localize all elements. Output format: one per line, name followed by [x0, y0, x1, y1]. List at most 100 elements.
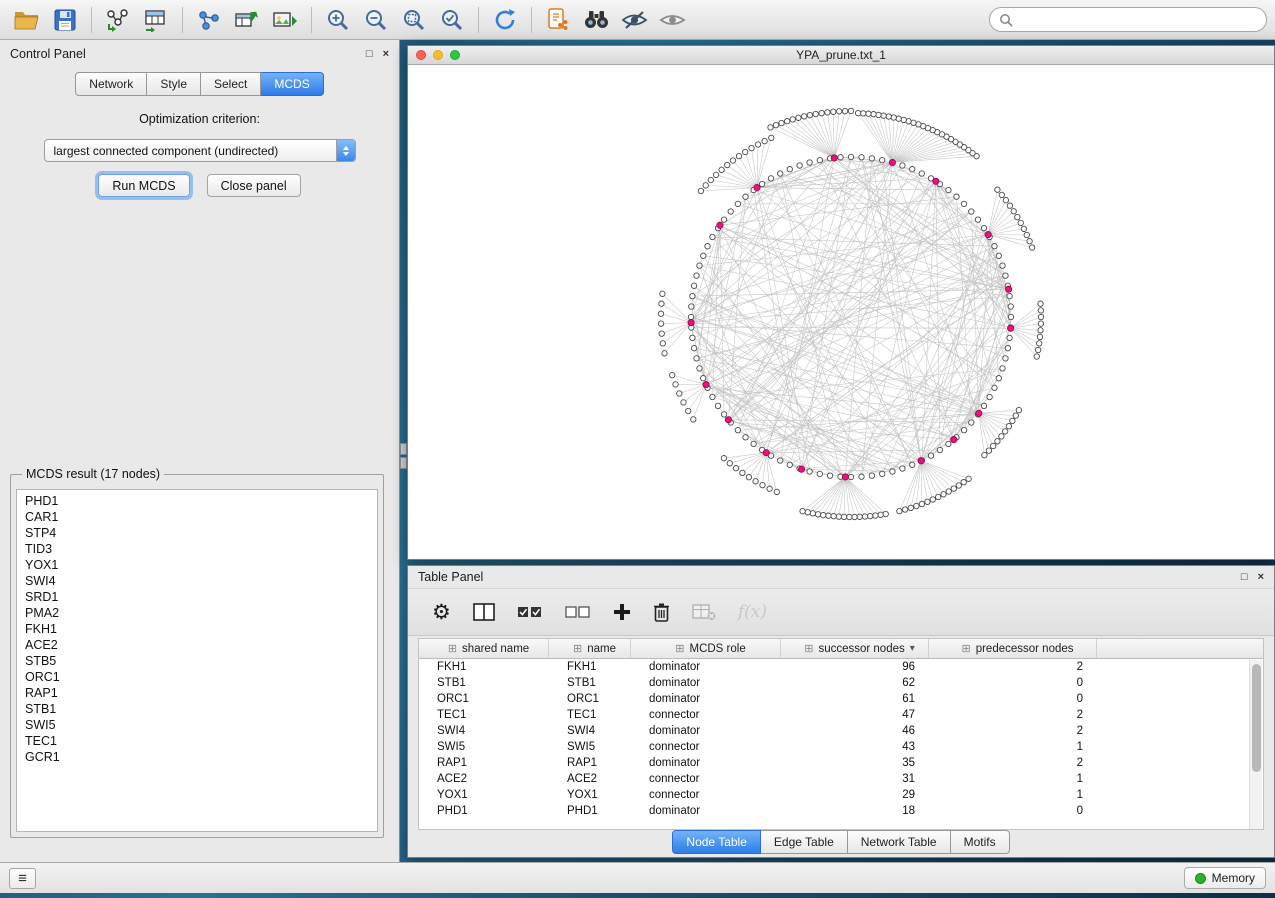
new-network-button[interactable]: [190, 4, 228, 36]
column-header-MCDS-role[interactable]: ⊞MCDS role: [631, 639, 781, 658]
list-item[interactable]: CAR1: [17, 509, 377, 525]
tab-network[interactable]: Network: [75, 72, 147, 96]
binoculars-icon: [583, 10, 610, 29]
global-search[interactable]: [989, 7, 1267, 32]
table-row[interactable]: SWI4SWI4dominator462: [419, 723, 1263, 739]
import-table-button[interactable]: [137, 4, 175, 36]
tab-motifs[interactable]: Motifs: [951, 830, 1010, 854]
network-canvas[interactable]: [408, 65, 1274, 559]
network-window-titlebar[interactable]: YPA_prune.txt_1: [408, 46, 1274, 65]
delete-column-icon[interactable]: [653, 602, 670, 622]
table-row[interactable]: STB1STB1dominator620: [419, 675, 1263, 691]
list-item[interactable]: SWI4: [17, 573, 377, 589]
close-panel-icon[interactable]: ×: [383, 49, 389, 60]
deselect-all-columns-icon[interactable]: [565, 604, 591, 620]
zoom-selected-button[interactable]: [433, 4, 471, 36]
list-item[interactable]: STB1: [17, 701, 377, 717]
table-cell: ORC1: [549, 693, 631, 705]
list-item[interactable]: SRD1: [17, 589, 377, 605]
tab-network-table[interactable]: Network Table: [848, 830, 951, 854]
table-row[interactable]: ORC1ORC1dominator610: [419, 691, 1263, 707]
close-panel-icon[interactable]: ×: [1258, 572, 1264, 583]
float-panel-icon[interactable]: □: [1241, 572, 1248, 583]
table-row[interactable]: FKH1FKH1dominator962: [419, 659, 1263, 675]
node-table: ⊞shared name⊞name⊞MCDS role⊞successor no…: [418, 638, 1264, 830]
table-row[interactable]: TEC1TEC1connector472: [419, 707, 1263, 723]
table-cell: connector: [631, 709, 781, 721]
show-columns-icon[interactable]: [473, 603, 495, 621]
export-image-button[interactable]: [266, 4, 304, 36]
table-row[interactable]: YOX1YOX1connector291: [419, 787, 1263, 803]
float-panel-icon[interactable]: □: [366, 49, 373, 60]
list-item[interactable]: ORC1: [17, 669, 377, 685]
run-mcds-button[interactable]: Run MCDS: [98, 174, 189, 197]
table-vertical-scrollbar[interactable]: [1249, 660, 1262, 829]
list-item[interactable]: ACE2: [17, 637, 377, 653]
list-item[interactable]: RAP1: [17, 685, 377, 701]
scrollbar-thumb[interactable]: [1252, 664, 1261, 772]
table-cell: 1: [929, 789, 1097, 801]
table-cell: 2: [929, 725, 1097, 737]
network-window: YPA_prune.txt_1: [407, 45, 1275, 560]
open-session-button[interactable]: [8, 4, 46, 36]
save-session-button[interactable]: [46, 4, 84, 36]
toolbar-separator: [182, 7, 183, 33]
zoom-selected-icon: [440, 8, 464, 32]
table-row[interactable]: PHD1PHD1dominator180: [419, 803, 1263, 819]
column-header-name[interactable]: ⊞name: [549, 639, 631, 658]
table-cell: dominator: [631, 661, 781, 673]
list-item[interactable]: STP4: [17, 525, 377, 541]
list-item[interactable]: PHD1: [17, 493, 377, 509]
open-folder-icon: [14, 9, 40, 31]
list-item[interactable]: STB5: [17, 653, 377, 669]
list-item[interactable]: PMA2: [17, 605, 377, 621]
apply-layout-button[interactable]: [486, 4, 524, 36]
list-item[interactable]: TEC1: [17, 733, 377, 749]
share-document-button[interactable]: [539, 4, 577, 36]
table-cell: connector: [631, 789, 781, 801]
tab-select[interactable]: Select: [201, 72, 261, 96]
eye-slash-icon: [621, 10, 648, 30]
show-hide-button[interactable]: [653, 4, 691, 36]
close-panel-button[interactable]: Close panel: [207, 174, 301, 197]
table-row[interactable]: ACE2ACE2connector311: [419, 771, 1263, 787]
list-item[interactable]: TID3: [17, 541, 377, 557]
search-input[interactable]: [1019, 13, 1257, 27]
table-cell: YOX1: [549, 789, 631, 801]
tab-edge-table[interactable]: Edge Table: [761, 830, 848, 854]
optimization-criterion-dropdown[interactable]: largest connected component (undirected): [44, 139, 356, 162]
find-network-button[interactable]: [577, 4, 615, 36]
clone-network-button[interactable]: [228, 4, 266, 36]
list-item[interactable]: SWI5: [17, 717, 377, 733]
column-header-successor-nodes[interactable]: ⊞successor nodes▾: [781, 639, 929, 658]
mcds-result-list[interactable]: PHD1CAR1STP4TID3YOX1SWI4SRD1PMA2FKH1ACE2…: [16, 489, 378, 832]
import-network-button[interactable]: [99, 4, 137, 36]
table-row[interactable]: RAP1RAP1dominator352: [419, 755, 1263, 771]
toggle-analyzer-button[interactable]: [615, 4, 653, 36]
table-toolbar: ⚙ f(x): [408, 588, 1274, 636]
table-cell: 35: [781, 757, 929, 769]
list-item[interactable]: FKH1: [17, 621, 377, 637]
tab-style[interactable]: Style: [147, 72, 201, 96]
create-column-icon[interactable]: [613, 603, 631, 621]
list-item[interactable]: GCR1: [17, 749, 377, 765]
status-menu-button[interactable]: ≡: [9, 868, 36, 889]
zoom-fit-button[interactable]: [395, 4, 433, 36]
tab-node-table[interactable]: Node Table: [672, 830, 761, 854]
column-header-shared-name[interactable]: ⊞shared name: [419, 639, 549, 658]
column-header-predecessor-nodes[interactable]: ⊞predecessor nodes: [929, 639, 1097, 658]
table-cell: 46: [781, 725, 929, 737]
panel-splitter[interactable]: [400, 443, 407, 471]
zoom-in-button[interactable]: [319, 4, 357, 36]
memory-button[interactable]: Memory: [1184, 867, 1266, 889]
zoom-out-button[interactable]: [357, 4, 395, 36]
control-panel-title: Control Panel: [10, 47, 86, 61]
table-row[interactable]: SWI5SWI5connector431: [419, 739, 1263, 755]
main-toolbar: [0, 0, 1275, 40]
list-item[interactable]: YOX1: [17, 557, 377, 573]
table-settings-gear-icon[interactable]: ⚙: [432, 602, 451, 623]
select-all-columns-icon[interactable]: [517, 604, 543, 620]
network-window-title: YPA_prune.txt_1: [408, 48, 1274, 62]
table-cell: PHD1: [549, 805, 631, 817]
tab-mcds[interactable]: MCDS: [261, 72, 323, 96]
